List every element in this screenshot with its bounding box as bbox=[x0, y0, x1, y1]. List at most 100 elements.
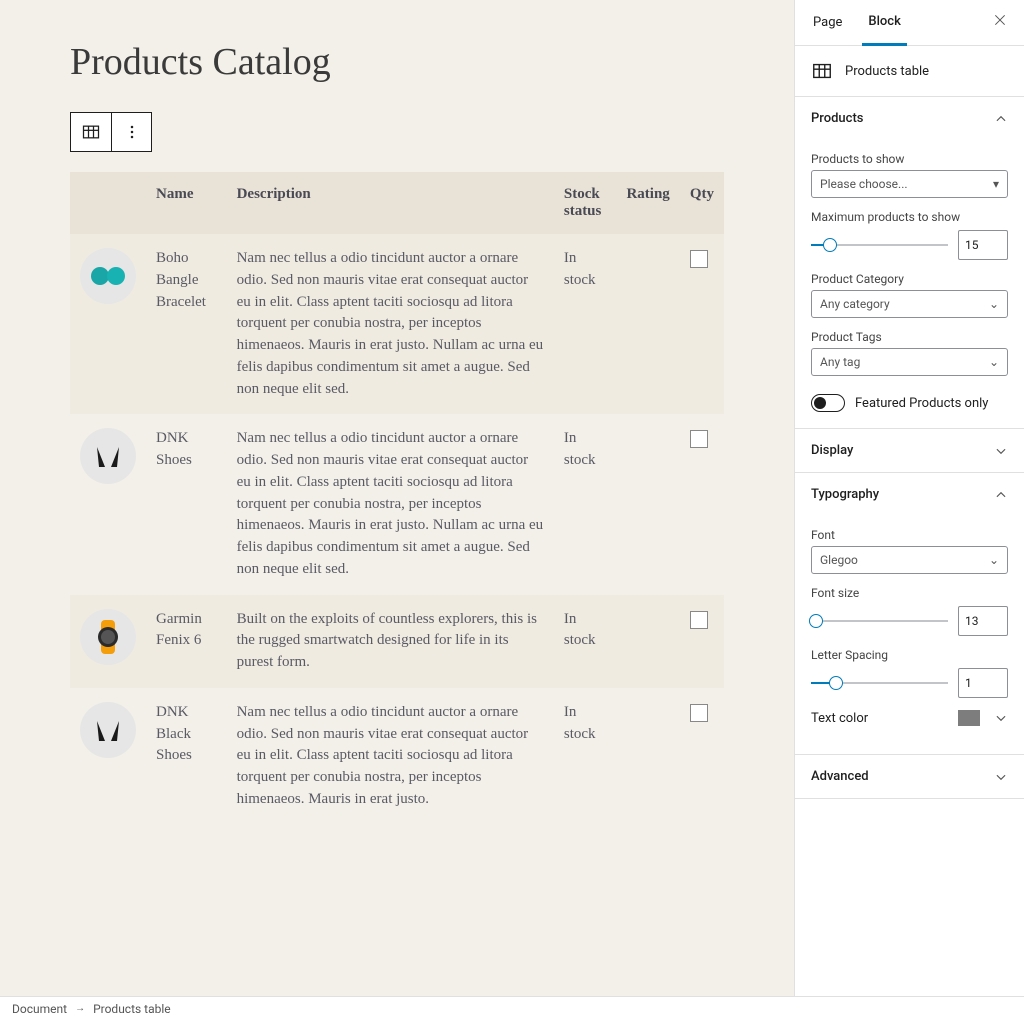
product-thumb bbox=[80, 702, 136, 758]
breadcrumb-leaf[interactable]: Products table bbox=[93, 1002, 171, 1016]
table-row: DNK Shoes Nam nec tellus a odio tincidun… bbox=[70, 414, 724, 594]
qty-checkbox[interactable] bbox=[690, 611, 708, 629]
input-max-products[interactable]: 15 bbox=[958, 230, 1008, 260]
panel-products: Products Products to show Please choose.… bbox=[795, 97, 1024, 429]
slider-letter-spacing[interactable] bbox=[811, 682, 948, 684]
product-thumb bbox=[80, 428, 136, 484]
more-vertical-icon bbox=[122, 122, 142, 142]
input-font-size[interactable]: 13 bbox=[958, 606, 1008, 636]
toggle-featured-only[interactable] bbox=[811, 394, 845, 412]
products-table: Name Description Stock status Rating Qty… bbox=[70, 172, 724, 825]
label-text-color: Text color bbox=[811, 711, 868, 726]
panel-advanced-toggle[interactable]: Advanced bbox=[795, 755, 1024, 798]
close-inspector-button[interactable] bbox=[988, 8, 1012, 37]
input-letter-spacing[interactable]: 1 bbox=[958, 668, 1008, 698]
text-color-swatch bbox=[958, 710, 980, 726]
qty-checkbox[interactable] bbox=[690, 250, 708, 268]
cell-name: Boho Bangle Bracelet bbox=[146, 234, 227, 414]
cell-rating bbox=[616, 688, 679, 825]
chevron-up-icon bbox=[994, 488, 1008, 502]
cell-stock: In stock bbox=[554, 688, 617, 825]
cell-rating bbox=[616, 234, 679, 414]
table-row: Garmin Fenix 6 Built on the exploits of … bbox=[70, 595, 724, 688]
col-image bbox=[70, 172, 146, 234]
cell-rating bbox=[616, 414, 679, 594]
label-font: Font bbox=[811, 528, 1008, 542]
select-products-to-show[interactable]: Please choose... ▾ bbox=[811, 170, 1008, 198]
tab-block[interactable]: Block bbox=[862, 0, 906, 46]
panel-products-toggle[interactable]: Products bbox=[795, 97, 1024, 140]
tab-page[interactable]: Page bbox=[807, 0, 848, 46]
panel-advanced: Advanced bbox=[795, 755, 1024, 799]
block-toolbar bbox=[70, 112, 152, 152]
cell-stock: In stock bbox=[554, 414, 617, 594]
table-icon bbox=[81, 122, 101, 142]
cell-stock: In stock bbox=[554, 595, 617, 688]
qty-checkbox[interactable] bbox=[690, 704, 708, 722]
cell-description: Built on the exploits of countless explo… bbox=[227, 595, 554, 688]
panel-typography-toggle[interactable]: Typography bbox=[795, 473, 1024, 516]
select-category[interactable]: Any category ⌄ bbox=[811, 290, 1008, 318]
block-card-title: Products table bbox=[845, 64, 929, 79]
breadcrumb-sep-icon: → bbox=[75, 1003, 85, 1014]
accordion-text-color[interactable]: Text color bbox=[811, 698, 1008, 738]
cell-rating bbox=[616, 595, 679, 688]
inspector-tabs: Page Block bbox=[795, 0, 1024, 46]
breadcrumb: Document → Products table bbox=[0, 996, 1024, 1020]
chevron-down-icon bbox=[994, 770, 1008, 784]
label-font-size: Font size bbox=[811, 586, 1008, 600]
chevron-down-icon bbox=[994, 711, 1008, 725]
select-tags[interactable]: Any tag ⌄ bbox=[811, 348, 1008, 376]
panel-typography: Typography Font Glegoo ⌄ Font size 13 Le… bbox=[795, 473, 1024, 755]
label-letter-spacing: Letter Spacing bbox=[811, 648, 1008, 662]
panel-display: Display bbox=[795, 429, 1024, 473]
table-row: DNK Black Shoes Nam nec tellus a odio ti… bbox=[70, 688, 724, 825]
slider-max-products[interactable] bbox=[811, 244, 948, 246]
cell-description: Nam nec tellus a odio tincidunt auctor a… bbox=[227, 414, 554, 594]
cell-description: Nam nec tellus a odio tincidunt auctor a… bbox=[227, 234, 554, 414]
col-name: Name bbox=[146, 172, 227, 234]
cell-name: Garmin Fenix 6 bbox=[146, 595, 227, 688]
product-thumb bbox=[80, 248, 136, 304]
product-thumb bbox=[80, 609, 136, 665]
panel-products-title: Products bbox=[811, 111, 863, 126]
panel-display-title: Display bbox=[811, 443, 853, 458]
select-tags-value: Any tag bbox=[820, 355, 860, 369]
col-stock: Stock status bbox=[554, 172, 617, 234]
panel-display-toggle[interactable]: Display bbox=[795, 429, 1024, 472]
block-more-button[interactable] bbox=[111, 113, 151, 151]
chevron-down-icon: ⌄ bbox=[989, 355, 999, 369]
slider-font-size[interactable] bbox=[811, 620, 948, 622]
cell-name: DNK Shoes bbox=[146, 414, 227, 594]
block-type-button[interactable] bbox=[71, 113, 111, 151]
cell-stock: In stock bbox=[554, 234, 617, 414]
breadcrumb-root[interactable]: Document bbox=[12, 1002, 67, 1016]
select-font-value: Glegoo bbox=[820, 553, 858, 567]
select-products-to-show-value: Please choose... bbox=[820, 177, 908, 191]
label-featured-only: Featured Products only bbox=[855, 396, 988, 411]
label-products-to-show: Products to show bbox=[811, 152, 1008, 166]
close-icon bbox=[992, 12, 1008, 28]
panel-advanced-title: Advanced bbox=[811, 769, 869, 784]
block-card: Products table bbox=[795, 46, 1024, 97]
cell-name: DNK Black Shoes bbox=[146, 688, 227, 825]
chevron-up-icon bbox=[994, 112, 1008, 126]
page-title: Products Catalog bbox=[70, 40, 724, 84]
table-icon bbox=[811, 60, 833, 82]
chevron-down-icon: ▾ bbox=[993, 177, 999, 191]
panel-typography-title: Typography bbox=[811, 487, 879, 502]
qty-checkbox[interactable] bbox=[690, 430, 708, 448]
label-max-products: Maximum products to show bbox=[811, 210, 1008, 224]
select-category-value: Any category bbox=[820, 297, 890, 311]
label-tags: Product Tags bbox=[811, 330, 1008, 344]
editor-canvas: Products Catalog Name Description Stock … bbox=[0, 0, 794, 996]
cell-description: Nam nec tellus a odio tincidunt auctor a… bbox=[227, 688, 554, 825]
col-qty: Qty bbox=[680, 172, 724, 234]
chevron-down-icon: ⌄ bbox=[989, 553, 999, 567]
inspector-sidebar: Page Block Products table Products Produ… bbox=[794, 0, 1024, 996]
chevron-down-icon: ⌄ bbox=[989, 297, 999, 311]
col-rating: Rating bbox=[616, 172, 679, 234]
col-description: Description bbox=[227, 172, 554, 234]
label-category: Product Category bbox=[811, 272, 1008, 286]
select-font[interactable]: Glegoo ⌄ bbox=[811, 546, 1008, 574]
